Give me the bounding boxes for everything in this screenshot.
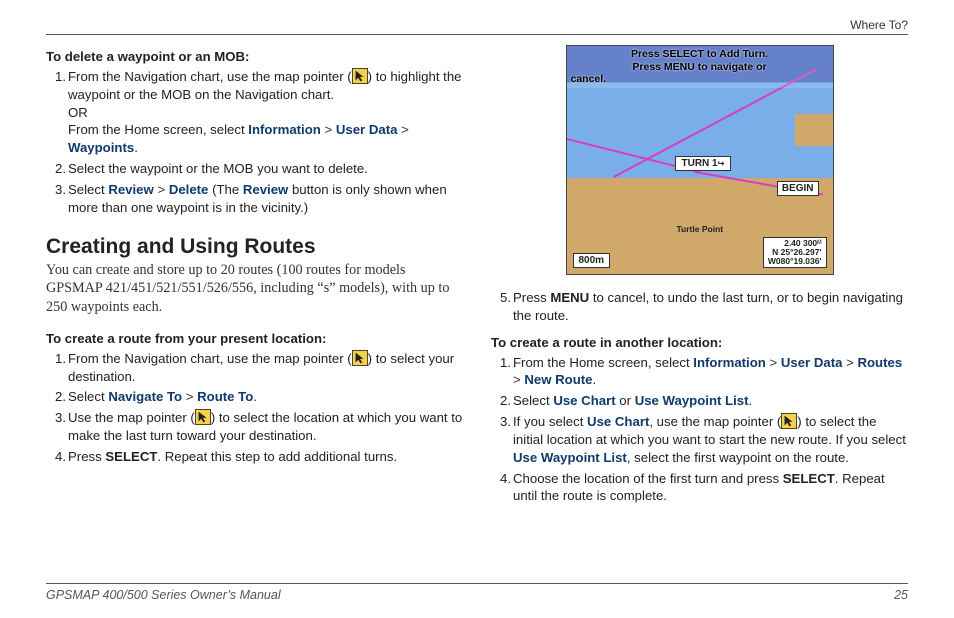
- keyword: SELECT: [105, 449, 157, 464]
- left-column: To delete a waypoint or an MOB: From the…: [46, 45, 463, 515]
- keyword: New Route: [524, 372, 592, 387]
- keyword: Use Chart: [587, 414, 649, 429]
- text: Choose the location of the first turn an…: [513, 471, 783, 486]
- text: . Repeat this step to add additional tur…: [157, 449, 397, 464]
- text: cancel.: [571, 73, 607, 86]
- text: Press SELECT to Add Turn.: [631, 48, 768, 60]
- step: Use the map pointer () to select the loc…: [68, 409, 463, 445]
- text: Select: [68, 389, 108, 404]
- text: , use the map pointer (: [649, 414, 781, 429]
- create-route-other-steps: From the Home screen, select Information…: [491, 354, 908, 506]
- text: From the Navigation chart, use the map p…: [68, 69, 352, 84]
- keyword: Waypoints: [68, 140, 134, 155]
- step: Press SELECT. Repeat this step to add ad…: [68, 448, 463, 466]
- text: From the Navigation chart, use the map p…: [68, 351, 352, 366]
- keyword: Navigate To: [108, 389, 182, 404]
- create-route-present-steps: From the Navigation chart, use the map p…: [46, 350, 463, 466]
- text: or: [616, 393, 635, 408]
- text: W080°19.036': [768, 256, 822, 266]
- text: (The: [208, 182, 242, 197]
- columns: To delete a waypoint or an MOB: From the…: [46, 45, 908, 515]
- text: From the Home screen, select: [68, 122, 248, 137]
- keyword: Information: [248, 122, 321, 137]
- coord-box: 2.40 300ᴹ N 25°26.297' W080°19.036': [763, 237, 827, 268]
- keyword: Information: [693, 355, 766, 370]
- keyword: Delete: [169, 182, 209, 197]
- step: Select Navigate To > Route To.: [68, 388, 463, 406]
- text: If you select: [513, 414, 587, 429]
- pointer-icon: [781, 413, 797, 429]
- keyword: Review: [243, 182, 288, 197]
- task-heading: To delete a waypoint or an MOB:: [46, 49, 463, 64]
- scale-label: 800m: [573, 253, 611, 268]
- step: Select the waypoint or the MOB you want …: [68, 160, 463, 178]
- map-place-label: Turtle Point: [677, 224, 724, 234]
- step: Press MENU to cancel, to undo the last t…: [513, 289, 908, 325]
- footer-book-title: GPSMAP 400/500 Series Owner’s Manual: [46, 588, 281, 602]
- keyword: Routes: [857, 355, 902, 370]
- footer: GPSMAP 400/500 Series Owner’s Manual 25: [46, 583, 908, 602]
- step: From the Navigation chart, use the map p…: [68, 350, 463, 386]
- step: From the Navigation chart, use the map p…: [68, 68, 463, 157]
- keyword: User Data: [336, 122, 398, 137]
- text: Select: [68, 182, 108, 197]
- text: Press MENU to navigate or: [632, 61, 766, 73]
- text: Select: [513, 393, 553, 408]
- text: Use the map pointer (: [68, 410, 195, 425]
- step: Choose the location of the first turn an…: [513, 470, 908, 506]
- map-banner: Press SELECT to Add Turn. Press MENU to …: [567, 46, 833, 88]
- create-route-present-cont: Press MENU to cancel, to undo the last t…: [491, 289, 908, 325]
- pointer-icon: [195, 409, 211, 425]
- page: Where To? To delete a waypoint or an MOB…: [0, 0, 954, 515]
- text: OR: [68, 105, 88, 120]
- text: , select the first waypoint on the route…: [627, 450, 849, 465]
- keyword: User Data: [781, 355, 843, 370]
- pointer-icon: [352, 68, 368, 84]
- keyword: Use Waypoint List: [635, 393, 749, 408]
- text: Press: [68, 449, 105, 464]
- keyword: Review: [108, 182, 153, 197]
- step: Select Use Chart or Use Waypoint List.: [513, 392, 908, 410]
- intro-paragraph: You can create and store up to 20 routes…: [46, 261, 463, 317]
- right-column: Press SELECT to Add Turn. Press MENU to …: [491, 45, 908, 515]
- text: Press: [513, 290, 550, 305]
- page-number: 25: [894, 588, 908, 602]
- turn-label: TURN 1↪: [675, 156, 732, 171]
- keyword: Route To: [197, 389, 253, 404]
- keyword: Use Chart: [553, 393, 615, 408]
- pointer-icon: [352, 350, 368, 366]
- step: Select Review > Delete (The Review butto…: [68, 181, 463, 217]
- begin-label: BEGIN: [777, 181, 819, 196]
- keyword: Use Waypoint List: [513, 450, 627, 465]
- heading-routes: Creating and Using Routes: [46, 235, 463, 259]
- task-heading: To create a route in another location:: [491, 335, 908, 350]
- device-screenshot: Press SELECT to Add Turn. Press MENU to …: [566, 45, 834, 275]
- keyword: SELECT: [783, 471, 835, 486]
- step: From the Home screen, select Information…: [513, 354, 908, 390]
- keyword: MENU: [550, 290, 589, 305]
- step: If you select Use Chart, use the map poi…: [513, 413, 908, 466]
- task-heading: To create a route from your present loca…: [46, 331, 463, 346]
- delete-waypoint-steps: From the Navigation chart, use the map p…: [46, 68, 463, 217]
- section-header: Where To?: [46, 18, 908, 35]
- map-land: [795, 114, 833, 146]
- text: From the Home screen, select: [513, 355, 693, 370]
